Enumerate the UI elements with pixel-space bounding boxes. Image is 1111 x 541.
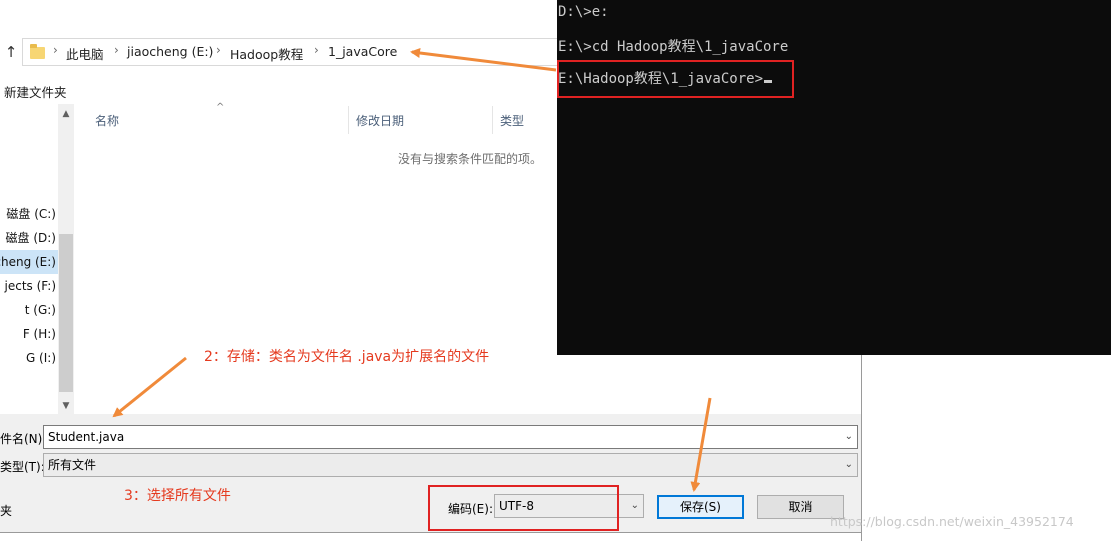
column-divider[interactable]: [348, 106, 349, 134]
nav-item-h[interactable]: F (H:): [0, 322, 60, 346]
address-bar[interactable]: › 此电脑 › jiaocheng (E:) › Hadoop教程 › 1_ja…: [22, 38, 562, 66]
nav-item-label: cheng (E:): [0, 255, 56, 269]
column-divider[interactable]: [492, 106, 493, 134]
annotation-step-2: 2：存储：类名为文件名 .java为扩展名的文件: [204, 349, 490, 365]
nav-item-f[interactable]: jects (F:): [0, 274, 60, 298]
breadcrumb-drive[interactable]: jiaocheng (E:): [127, 44, 213, 59]
hide-folders-toggle[interactable]: 夹: [0, 502, 12, 519]
breadcrumb-this-pc[interactable]: 此电脑: [66, 44, 104, 63]
save-button[interactable]: 保存(S): [657, 495, 744, 519]
breadcrumb-hadoop[interactable]: Hadoop教程: [230, 44, 303, 63]
nav-item-d[interactable]: 磁盘 (D:): [0, 226, 60, 250]
nav-item-e[interactable]: cheng (E:): [0, 250, 60, 274]
console-line: D:\>e:: [558, 4, 609, 20]
nav-item-i[interactable]: G (I:): [0, 346, 60, 370]
scroll-thumb[interactable]: [59, 234, 73, 392]
scroll-down-icon[interactable]: ▼: [58, 398, 74, 414]
filename-label: 件名(N):: [0, 432, 47, 446]
empty-message: 没有与搜索条件匹配的项。: [398, 152, 543, 166]
column-name[interactable]: 名称: [95, 110, 119, 132]
chevron-right-icon: ›: [53, 43, 58, 57]
nav-item-label: 磁盘 (D:): [5, 231, 56, 245]
watermark: https://blog.csdn.net/weixin_43952174: [830, 514, 1074, 529]
filetype-select[interactable]: 所有文件 ⌄: [43, 453, 858, 477]
filetype-label: 类型(T):: [0, 460, 45, 474]
sort-caret-icon: ^: [216, 102, 225, 113]
annotation-step-3: 3：选择所有文件: [124, 488, 231, 504]
filename-value: Student.java: [48, 430, 125, 444]
nav-item-label: F (H:): [22, 327, 56, 341]
breadcrumb-javacore[interactable]: 1_javaCore: [328, 44, 397, 59]
column-modified[interactable]: 修改日期: [356, 110, 404, 132]
nav-item-g[interactable]: t (G:): [0, 298, 60, 322]
scroll-up-icon[interactable]: ▲: [58, 106, 74, 122]
prompt-highlight-box: [557, 60, 794, 98]
address-row: ↑ › 此电脑 › jiaocheng (E:) › Hadoop教程 › 1_…: [0, 36, 562, 68]
filetype-value: 所有文件: [48, 458, 97, 472]
new-folder-button[interactable]: 新建文件夹: [4, 82, 67, 101]
chevron-down-icon[interactable]: ⌄: [631, 495, 639, 517]
nav-item-label: t (G:): [24, 303, 56, 317]
filename-field[interactable]: Student.java ⌄: [43, 425, 858, 449]
chevron-right-icon: ›: [314, 43, 319, 57]
command-prompt-window[interactable]: D:\>e: E:\>cd Hadoop教程\1_javaCore E:\Had…: [557, 0, 1111, 355]
chevron-right-icon: ›: [114, 43, 119, 57]
chevron-down-icon[interactable]: ⌄: [845, 426, 853, 448]
nav-item-label: G (I:): [25, 351, 56, 365]
dialog-border: [0, 532, 862, 533]
nav-item-c[interactable]: 磁盘 (C:): [0, 202, 60, 226]
nav-item-label: 磁盘 (C:): [6, 207, 56, 221]
column-type[interactable]: 类型: [500, 110, 524, 132]
chevron-down-icon[interactable]: ⌄: [845, 454, 853, 476]
nav-scrollbar[interactable]: ▲ ▼: [58, 104, 74, 414]
folder-icon: [30, 44, 45, 59]
encoding-highlight-box: [428, 485, 619, 531]
nav-item-label: jects (F:): [4, 279, 56, 293]
chevron-right-icon: ›: [216, 43, 221, 57]
up-arrow-icon[interactable]: ↑: [2, 42, 20, 62]
console-line: E:\>cd Hadoop教程\1_javaCore: [558, 39, 789, 55]
